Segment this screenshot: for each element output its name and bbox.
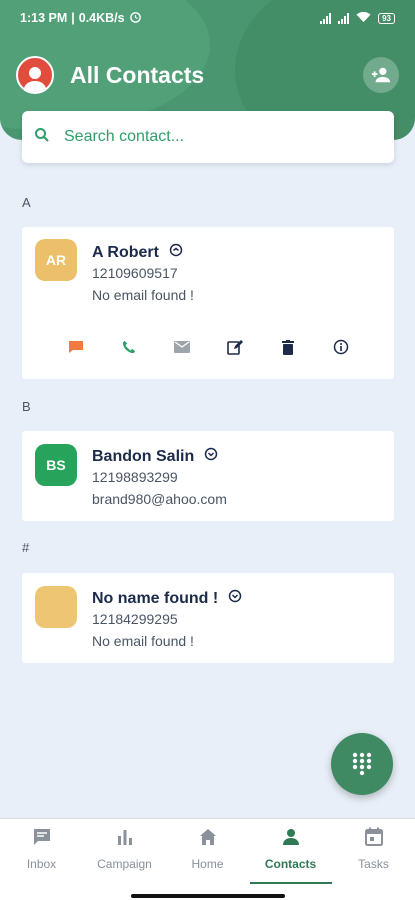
contact-phone: 12198893299 bbox=[92, 469, 178, 485]
search-bar[interactable] bbox=[22, 111, 394, 163]
nav-inbox[interactable]: Inbox bbox=[0, 827, 83, 887]
delete-button[interactable] bbox=[276, 335, 300, 359]
contact-email: No email found ! bbox=[92, 287, 194, 303]
nav-label: Tasks bbox=[358, 857, 389, 871]
nav-contacts[interactable]: Contacts bbox=[249, 827, 332, 887]
search-icon bbox=[34, 127, 50, 148]
edit-button[interactable] bbox=[223, 335, 247, 359]
user-avatar-icon bbox=[23, 67, 47, 92]
info-icon bbox=[333, 339, 348, 355]
signal-icon bbox=[338, 12, 350, 24]
dialpad-icon bbox=[352, 752, 372, 776]
contact-email: No email found ! bbox=[92, 633, 194, 649]
nav-home[interactable]: Home bbox=[166, 827, 249, 887]
section-header-other: # bbox=[22, 540, 30, 555]
calendar-icon bbox=[364, 827, 383, 846]
status-right: 93 bbox=[320, 11, 395, 26]
phone-icon bbox=[122, 340, 135, 354]
sms-icon bbox=[68, 341, 83, 353]
bottom-navigation: Inbox Campaign Home Contacts Tasks bbox=[0, 818, 415, 900]
wifi-icon bbox=[356, 11, 371, 26]
status-time: 1:13 PM bbox=[20, 11, 68, 25]
title-row: All Contacts bbox=[0, 50, 415, 100]
contact-card[interactable]: BS Bandon Salin 12198893299 brand980@aho… bbox=[22, 431, 394, 521]
active-tab-indicator bbox=[250, 882, 332, 884]
bar-chart-icon bbox=[117, 830, 132, 845]
alarm-icon bbox=[129, 10, 142, 26]
edit-icon bbox=[226, 340, 243, 355]
contact-name: No name found ! bbox=[92, 589, 219, 607]
home-icon bbox=[199, 829, 216, 845]
call-button[interactable] bbox=[117, 335, 141, 359]
add-person-icon bbox=[371, 67, 391, 83]
contact-card[interactable]: AR A Robert 12109609517 No email found ! bbox=[22, 227, 394, 379]
nav-label: Contacts bbox=[264, 857, 317, 871]
contact-initials-badge bbox=[35, 586, 77, 628]
contact-phone: 12109609517 bbox=[92, 265, 178, 281]
gesture-home-bar[interactable] bbox=[131, 894, 285, 898]
search-input[interactable] bbox=[64, 128, 382, 146]
chat-icon bbox=[33, 829, 50, 845]
sms-button[interactable] bbox=[64, 335, 88, 359]
contact-name: Bandon Salin bbox=[92, 447, 195, 465]
mail-icon bbox=[173, 341, 190, 353]
contact-name-row: A Robert bbox=[92, 243, 183, 262]
nav-label: Campaign bbox=[97, 857, 152, 871]
contact-actions bbox=[22, 335, 394, 359]
page-title: All Contacts bbox=[70, 61, 205, 88]
status-bar: 1:13 PM | 0.4KB/s 93 bbox=[0, 0, 415, 36]
battery-indicator: 93 bbox=[378, 12, 395, 24]
nav-tasks[interactable]: Tasks bbox=[332, 827, 415, 887]
contact-name: A Robert bbox=[92, 243, 159, 261]
email-button[interactable] bbox=[170, 335, 194, 359]
status-left: 1:13 PM | 0.4KB/s bbox=[20, 10, 142, 26]
section-header-a: A bbox=[22, 195, 31, 210]
avatar[interactable] bbox=[16, 56, 54, 94]
expand-toggle-icon[interactable] bbox=[204, 447, 218, 466]
trash-icon bbox=[281, 339, 294, 355]
contact-initials-badge: BS bbox=[35, 444, 77, 486]
contact-initials-badge: AR bbox=[35, 239, 77, 281]
status-speed: 0.4KB/s bbox=[78, 11, 125, 25]
add-contact-button[interactable] bbox=[363, 57, 399, 93]
nav-label: Inbox bbox=[26, 857, 57, 871]
contact-name-row: No name found ! bbox=[92, 589, 242, 608]
nav-label: Home bbox=[191, 857, 224, 871]
contact-name-row: Bandon Salin bbox=[92, 447, 218, 466]
contact-email: brand980@ahoo.com bbox=[92, 491, 227, 507]
contact-phone: 12184299295 bbox=[92, 611, 178, 627]
expand-toggle-icon[interactable] bbox=[228, 589, 242, 608]
contact-card[interactable]: No name found ! 12184299295 No email fou… bbox=[22, 573, 394, 663]
signal-icon bbox=[320, 12, 332, 24]
person-icon bbox=[282, 829, 299, 845]
info-button[interactable] bbox=[329, 335, 353, 359]
section-header-b: B bbox=[22, 399, 31, 414]
nav-campaign[interactable]: Campaign bbox=[83, 827, 166, 887]
expand-toggle-icon[interactable] bbox=[169, 243, 183, 262]
dialpad-button[interactable] bbox=[331, 733, 393, 795]
